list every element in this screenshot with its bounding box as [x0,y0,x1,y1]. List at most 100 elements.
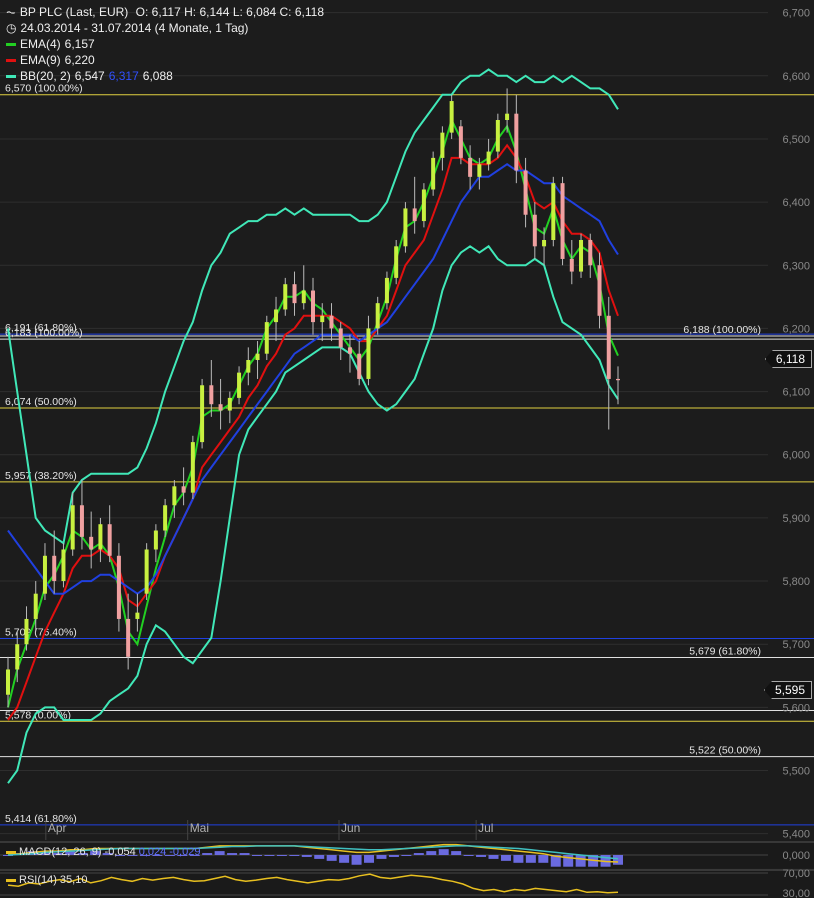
y-tick-label: 6,500 [782,134,810,146]
chart-type-icon[interactable]: ⏦ [6,5,16,19]
candle-body [33,593,38,619]
macd-hist-bar [364,855,375,863]
macd-hist-bar [326,855,337,861]
macd-hist-bar [513,855,524,863]
macd-hist-bar [239,853,250,855]
chart-canvas: 6,570 (100.00%)6,191 (61.80%)6,183 (100.… [0,8,814,898]
candle-body [311,290,315,323]
ema9-swatch-icon [6,59,16,63]
candle-body [338,328,343,348]
macd-tick-label: 0,000 [782,850,810,862]
instrument-label: BP PLC (Last, EUR) [19,5,129,19]
candle-body [89,536,94,550]
fib-label: 6,188 (100.00%) [683,324,761,336]
fib-label: 5,957 (38.20%) [5,470,77,482]
candle-body [237,372,242,398]
rsi-panel [0,870,814,898]
candle-body [126,618,131,657]
macd-hist-bar [613,855,623,865]
macd-hist-bar [301,855,312,857]
candle-body [551,183,556,240]
y-tick-label: 6,600 [782,71,810,83]
y-tick-label: 6,400 [782,197,810,209]
candle-body [384,277,389,304]
candle-body [116,555,121,619]
y-tick-label: 5,500 [782,766,810,778]
macd-hist-bar [451,851,462,855]
y-tick-label: 5,700 [782,639,810,651]
candle-body [181,486,186,493]
macd-hist-bar [438,849,449,855]
candle-body [292,284,297,304]
candle-body [61,549,66,582]
legend-macd[interactable]: MACD(12, 26, 9) -0,054 0,024 -0,029 [6,846,203,858]
candle-body [458,126,463,158]
clock-icon: ◷ [6,21,17,35]
candle-body [274,309,279,323]
candle-body [135,612,140,619]
candle-body [98,524,103,550]
candle-body [255,353,260,360]
y-tick-label: 6,300 [782,260,810,272]
candle-body [264,322,269,354]
candle-body [606,315,611,379]
candle-body [542,240,547,247]
rsi-tick-label: 70,00 [782,868,810,880]
macd-hist-bar [202,853,213,855]
candle-body [505,113,510,120]
candle-body [24,618,29,645]
candle-body [421,189,426,222]
macd-swatch-icon [6,850,16,854]
legend-bb[interactable]: BB(20, 2) 6,547 6,317 6,088 [6,68,177,84]
macd-hist-bar [538,855,549,863]
candle-body [597,265,602,316]
candle-body [283,284,288,310]
y-tick-label: 5,600 [782,702,810,714]
x-tick-label: Jul [478,821,493,835]
legend-ema4[interactable]: EMA(4) 6,157 [6,36,99,52]
candle-body [200,385,205,443]
fib-label: 5,522 (50.00%) [689,745,761,757]
candle-body [477,164,482,177]
y-tick-label: 5,800 [782,576,810,588]
candle-body [246,360,251,373]
candle-body [79,505,84,537]
legend-rsi[interactable]: RSI(14) 35,10 [6,874,90,886]
macd-hist-bar [463,855,474,856]
header-instrument: ⏦ BP PLC (Last, EUR) O: 6,117 H: 6,144 L:… [6,4,328,20]
x-axis: Apr Mai Jun Jul [45,820,493,840]
macd-hist-bar [426,851,437,855]
candle-body [440,132,445,158]
macd-hist-bar [388,855,399,857]
candle-body [514,113,519,171]
candle-body [218,404,223,411]
candle-body [412,208,417,222]
macd-hist-bar [525,855,536,863]
candle-body [560,183,565,259]
candle-body [523,170,528,215]
candle-body [172,486,177,506]
y-tick-label: 5,400 [782,829,810,841]
fibonacci-levels: 6,570 (100.00%)6,191 (61.80%)6,183 (100.… [0,83,814,857]
candle-body [320,315,325,323]
rsi-tick-label: 30,00 [782,888,810,898]
series-line [7,143,619,721]
macd-hist-bar [476,855,487,857]
macd-hist-bar [251,855,262,856]
ema4-swatch-icon [6,43,16,47]
candle-body [15,644,20,670]
header-range: ◷ 24.03.2014 - 31.07.2014 (4 Monate, 1 Ta… [6,20,252,36]
candle-body [209,385,214,405]
macd-hist-bar [351,855,362,865]
macd-hist-bar [488,855,499,859]
candle-body [70,505,75,550]
candle-body [52,555,57,582]
candle-body [569,258,574,272]
legend-ema9[interactable]: EMA(9) 6,220 [6,52,99,68]
macd-hist-bar [500,855,511,861]
fib-label: 5,679 (61.80%) [689,645,761,657]
rsi-swatch-icon [6,878,16,882]
candle-body [347,347,352,354]
candle-body [394,246,399,278]
macd-hist-bar [276,855,287,856]
